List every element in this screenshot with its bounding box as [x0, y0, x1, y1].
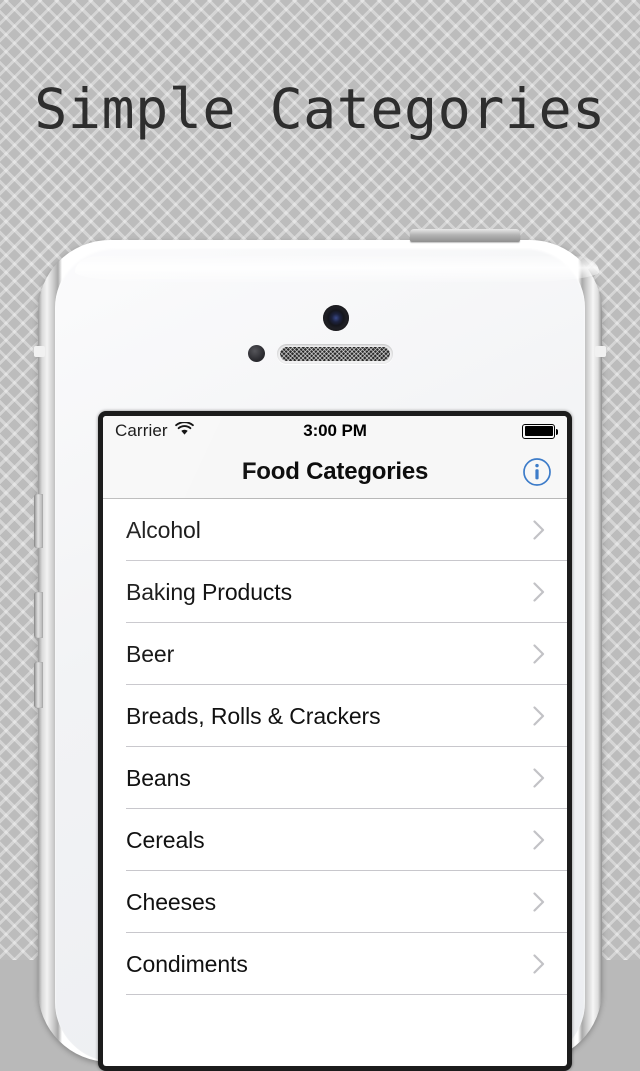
list-item-label: Cheeses	[126, 888, 217, 915]
phone-device: Carrier 3:00 PM Food Categories Alcohol …	[34, 229, 606, 1071]
status-bar: Carrier 3:00 PM	[103, 416, 567, 446]
front-camera-icon	[323, 305, 349, 331]
list-item[interactable]: Beer	[103, 623, 567, 685]
list-item[interactable]: Cereals	[103, 809, 567, 871]
chevron-right-icon	[533, 830, 545, 850]
list-item-label: Beans	[126, 764, 191, 791]
page-title: Simple Categories	[34, 77, 606, 141]
ambient-light-sensor-icon	[248, 345, 265, 362]
list-item[interactable]: Baking Products	[103, 561, 567, 623]
volume-up-button[interactable]	[34, 592, 43, 638]
chevron-right-icon	[533, 768, 545, 788]
category-list[interactable]: Alcohol Baking Products Beer Breads, Rolls …	[103, 499, 567, 995]
chevron-right-icon	[533, 582, 545, 602]
list-item-label: Beer	[126, 640, 175, 667]
antenna-break-left	[34, 346, 45, 357]
nav-bar-title: Food Categories	[241, 458, 429, 485]
info-circle-icon[interactable]	[521, 456, 553, 488]
list-item-label: Condiments	[126, 950, 248, 977]
status-bar-left: Carrier	[115, 421, 303, 441]
power-button[interactable]	[410, 229, 520, 242]
screen-bezel: Carrier 3:00 PM Food Categories Alcohol …	[98, 411, 572, 1071]
earpiece-speaker-icon	[277, 344, 393, 364]
status-bar-right	[367, 423, 558, 439]
antenna-break-right	[595, 346, 606, 357]
status-bar-time: 3:00 PM	[303, 421, 367, 440]
phone-screen: Carrier 3:00 PM Food Categories Alcohol …	[103, 416, 567, 1066]
battery-full-icon	[522, 423, 558, 439]
chevron-right-icon	[533, 954, 545, 974]
battery-nub	[555, 428, 558, 435]
wifi-icon	[174, 421, 194, 441]
list-item[interactable]: Alcohol	[103, 499, 567, 561]
chevron-right-icon	[533, 520, 545, 540]
list-item[interactable]: Condiments	[103, 933, 567, 995]
carrier-label: Carrier	[115, 421, 168, 440]
chevron-right-icon	[533, 644, 545, 664]
chevron-right-icon	[533, 706, 545, 726]
battery-fill	[524, 426, 553, 436]
navigation-bar: Food Categories	[103, 446, 567, 499]
earpiece-mesh	[280, 347, 390, 361]
volume-down-button[interactable]	[34, 662, 43, 708]
list-item-label: Alcohol	[126, 516, 201, 543]
phone-front-face: Carrier 3:00 PM Food Categories Alcohol …	[55, 248, 599, 1071]
list-item-label: Baking Products	[126, 578, 292, 605]
list-item-label: Breads, Rolls & Crackers	[126, 702, 381, 729]
list-item[interactable]: Cheeses	[103, 871, 567, 933]
list-item[interactable]: Breads, Rolls & Crackers	[103, 685, 567, 747]
list-item-label: Cereals	[126, 826, 205, 853]
list-item[interactable]: Beans	[103, 747, 567, 809]
phone-top-chamfer	[75, 256, 599, 282]
chevron-right-icon	[533, 892, 545, 912]
mute-switch[interactable]	[34, 494, 43, 548]
